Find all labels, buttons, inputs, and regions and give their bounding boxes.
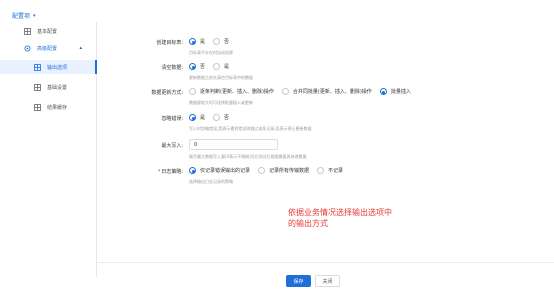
radio-unchecked[interactable] xyxy=(213,63,221,70)
sidebar: 基本配置 高级配置 ▴ 输出选项 基础设置 结果缓存 xyxy=(0,22,97,277)
ignore-error-option-no[interactable]: 否 xyxy=(213,114,229,121)
update-mode-option-row-by-row[interactable]: 逐条判断(更新、插入、删除)操作 xyxy=(189,88,274,95)
chevron-down-icon: ▾ xyxy=(33,12,36,19)
radio-checked[interactable] xyxy=(189,38,196,45)
radio-unchecked[interactable] xyxy=(258,167,266,174)
settings-icon xyxy=(24,45,31,52)
option-label: 合并同批量(更新、插入、删除)操作 xyxy=(292,89,372,95)
radio-checked[interactable] xyxy=(189,167,196,174)
clear-data-option-no[interactable]: 否 xyxy=(189,63,205,70)
radio-checked[interactable] xyxy=(189,114,196,121)
log-policy-option-none[interactable]: 不记录 xyxy=(317,167,343,174)
option-label: 不记录 xyxy=(328,168,344,174)
log-policy-label-text: 日志策略: xyxy=(161,169,183,175)
clear-data-hint: 更新数据之前先清空目标表中的数据 xyxy=(189,75,253,80)
radio-unchecked[interactable] xyxy=(281,88,289,95)
page-title[interactable]: 配置项 ▾ xyxy=(12,11,36,21)
page-title-label: 配置项 xyxy=(12,13,31,20)
header-bar: 配置项 ▾ xyxy=(0,0,554,22)
create-table-option-yes[interactable]: 是 xyxy=(189,38,205,45)
create-table-hint: 目标表不存在时自动创建 xyxy=(189,50,233,55)
sidebar-item-advanced[interactable]: 高级配置 ▴ xyxy=(0,41,96,55)
sidebar-item-label: 基本配置 xyxy=(37,28,58,35)
max-write-hint: 填写最大数据写入量(0表示不限制)可在测试后根据需要再修改数量 xyxy=(189,154,307,159)
sidebar-item-output-options[interactable]: 输出选项 xyxy=(0,60,97,74)
max-write-input[interactable]: 0 xyxy=(189,139,278,150)
clear-data-option-yes[interactable]: 是 xyxy=(213,63,229,70)
annotation-note: 依据业务情况选择输出选项中的输出方式 xyxy=(288,208,392,228)
option-label: 否 xyxy=(224,115,230,121)
update-mode-option-batch-insert[interactable]: 批量插入 xyxy=(379,88,411,95)
max-write-label: 最大写入: xyxy=(161,143,183,149)
sidebar-item-label: 输出选项 xyxy=(47,64,68,71)
radio-unchecked[interactable] xyxy=(317,167,325,174)
update-mode-hint: 数据量较大时可选择批量插入或更新 xyxy=(189,100,253,105)
save-button[interactable]: 保存 xyxy=(286,275,311,287)
radio-checked[interactable] xyxy=(379,88,387,95)
option-label: 记录所有传输数据 xyxy=(269,168,310,174)
radio-unchecked[interactable] xyxy=(189,88,196,95)
radio-unchecked[interactable] xyxy=(213,114,221,121)
option-label: 是 xyxy=(200,115,206,121)
ignore-error-hint: 写入时忽略错误,是表示遇到错误则跳过该条记录,否表示停止更新数据 xyxy=(189,126,312,131)
required-mark: * xyxy=(157,169,161,175)
create-table-option-no[interactable]: 否 xyxy=(213,38,229,45)
option-label: 否 xyxy=(200,64,206,70)
sidebar-item-label: 基础设置 xyxy=(47,84,68,91)
clear-data-label: 清空数据: xyxy=(161,65,183,71)
grid-icon xyxy=(34,83,41,91)
option-label: 批量插入 xyxy=(390,89,411,95)
update-mode-label: 数据更新方式: xyxy=(151,90,183,96)
sidebar-item-basic[interactable]: 基本配置 xyxy=(0,24,96,38)
footer-bar: 保存 关闭 xyxy=(96,262,554,298)
ignore-error-label: 忽略错误: xyxy=(161,116,183,122)
grid-icon xyxy=(34,63,41,71)
option-label: 否 xyxy=(224,39,230,45)
log-policy-option-all-data[interactable]: 记录所有传输数据 xyxy=(258,167,309,174)
sidebar-item-label: 高级配置 xyxy=(37,45,58,52)
option-label: 逐条判断(更新、插入、删除)操作 xyxy=(200,89,274,95)
create-table-label: 创建目标表: xyxy=(156,40,183,46)
option-label: 是 xyxy=(224,64,230,70)
sidebar-item-result-cache[interactable]: 结果缓存 xyxy=(0,100,96,114)
grid-icon xyxy=(34,103,41,111)
log-policy-option-errors-only[interactable]: 仅记录错误输出的记录 xyxy=(189,167,250,174)
update-mode-option-merge-batch[interactable]: 合并同批量(更新、插入、删除)操作 xyxy=(281,88,372,95)
log-policy-label: *日志策略: xyxy=(100,168,183,175)
option-label: 仅记录错误输出的记录 xyxy=(200,168,251,174)
radio-unchecked[interactable] xyxy=(213,38,221,45)
ignore-error-option-yes[interactable]: 是 xyxy=(189,114,205,121)
chevron-up-icon: ▴ xyxy=(79,45,82,51)
grid-icon xyxy=(24,27,31,35)
option-label: 是 xyxy=(200,39,206,45)
log-policy-hint: 选择输出日志记录的策略 xyxy=(189,179,233,184)
sidebar-item-label: 结果缓存 xyxy=(47,104,68,111)
sidebar-item-base-settings[interactable]: 基础设置 xyxy=(0,80,96,94)
close-button[interactable]: 关闭 xyxy=(315,275,340,287)
radio-checked[interactable] xyxy=(189,63,196,70)
